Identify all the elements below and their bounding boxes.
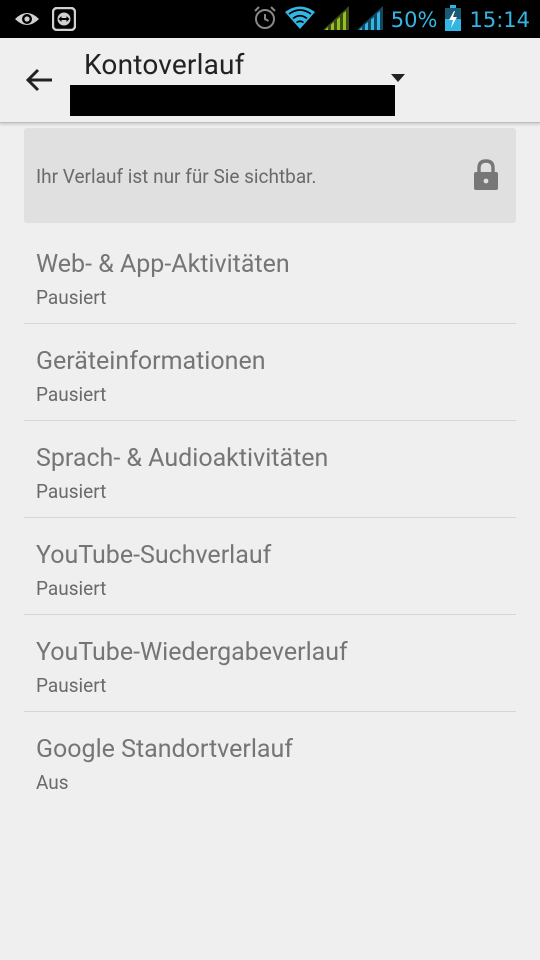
teamviewer-icon [51,6,77,35]
battery-percentage: 50% [390,8,438,32]
list-item-status: Pausiert [36,383,107,406]
alarm-icon [253,5,277,35]
list-item-title: Web- & App-Aktivitäten [36,250,290,279]
privacy-banner: Ihr Verlauf ist nur für Sie sichtbar. [24,128,516,223]
privacy-notice: Ihr Verlauf ist nur für Sie sichtbar. [36,165,317,188]
list-item-title: YouTube-Suchverlauf [36,541,272,570]
list-item-title: Geräteinformationen [36,347,266,376]
list-item-title: Google Standortverlauf [36,735,293,764]
list-item-youtube-watch[interactable]: YouTube-Wiedergabeverlauf Pausiert [24,615,516,712]
signal-icon [356,6,383,34]
dropdown-triangle-icon[interactable] [391,74,405,82]
list-item-status: Pausiert [36,286,107,309]
status-bar: 50% 15:14 [0,0,540,38]
list-item-status: Aus [36,771,69,794]
wifi-icon [284,6,315,34]
battery-charging-icon [445,5,462,35]
signal-icon [322,6,349,34]
list-item-status: Pausiert [36,480,107,503]
back-arrow-icon [25,68,52,92]
account-selector[interactable] [70,85,395,116]
list-item-youtube-search[interactable]: YouTube-Suchverlauf Pausiert [24,518,516,615]
list-item-web-app-activity[interactable]: Web- & App-Aktivitäten Pausiert [24,227,516,324]
list-item-title: YouTube-Wiedergabeverlauf [36,638,348,667]
eye-icon [14,8,40,34]
list-item-voice-audio[interactable]: Sprach- & Audioaktivitäten Pausiert [24,421,516,518]
list-item-status: Pausiert [36,577,107,600]
list-item-title: Sprach- & Audioaktivitäten [36,444,329,473]
toolbar: Kontoverlauf [0,38,540,123]
page-title: Kontoverlauf [84,48,245,81]
list-item-location-history[interactable]: Google Standortverlauf Aus [24,712,516,808]
list-item-device-info[interactable]: Geräteinformationen Pausiert [24,324,516,421]
lock-icon [473,159,499,195]
back-button[interactable] [22,62,58,98]
activity-list: Web- & App-Aktivitäten Pausiert Gerätein… [24,227,516,808]
clock: 15:14 [469,8,530,32]
list-item-status: Pausiert [36,674,107,697]
